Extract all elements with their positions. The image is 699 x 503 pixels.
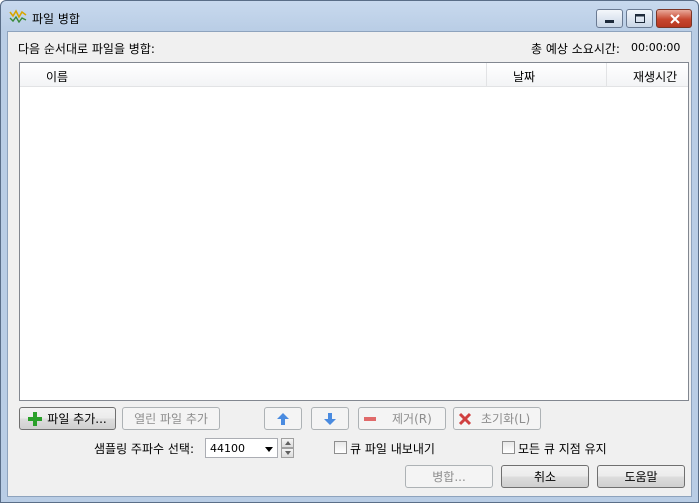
minimize-icon	[605, 20, 614, 23]
spin-down-icon	[285, 451, 291, 455]
add-open-file-button[interactable]: 열린 파일 추가	[122, 407, 220, 430]
add-file-button[interactable]: 파일 추가...	[19, 407, 116, 430]
total-time-label: 총 예상 소요시간:	[531, 42, 620, 56]
keep-queue-points-checkbox[interactable]	[502, 441, 515, 454]
sample-rate-spinner[interactable]	[281, 438, 294, 458]
help-button[interactable]: 도움말	[597, 465, 685, 488]
move-down-button[interactable]	[311, 407, 349, 430]
add-open-file-label: 열린 파일 추가	[134, 412, 208, 426]
reset-label: 초기화(L)	[481, 412, 531, 426]
remove-button[interactable]: 제거(R)	[358, 407, 446, 430]
minus-icon	[364, 416, 376, 421]
cancel-label: 취소	[533, 470, 557, 484]
window-title: 파일 병합	[32, 12, 80, 26]
remove-label: 제거(R)	[392, 412, 432, 426]
sample-rate-label: 샘플링 주파수 선택:	[94, 442, 194, 456]
minimize-button[interactable]	[596, 9, 623, 28]
spin-down-button[interactable]	[281, 448, 294, 458]
column-header-name[interactable]: 이름	[46, 68, 68, 85]
merge-files-window: 파일 병합 다음 순서대로 파일을 병합: 총 예상 소요시간: 00:00:0…	[0, 0, 699, 503]
maximize-button[interactable]	[626, 9, 653, 28]
export-queue-checkbox[interactable]	[334, 441, 347, 454]
maximize-icon	[635, 14, 645, 23]
title-bar[interactable]: 파일 병합	[1, 1, 698, 31]
merge-label: 병합...	[432, 470, 466, 484]
close-button[interactable]	[656, 9, 692, 28]
plus-icon	[28, 411, 43, 426]
list-header: 이름 날짜 재생시간	[20, 63, 688, 87]
dialog-body: 다음 순서대로 파일을 병합: 총 예상 소요시간: 00:00:00 이름 날…	[7, 31, 692, 497]
total-time-value: 00:00:00	[631, 41, 681, 54]
column-divider[interactable]	[486, 63, 487, 87]
order-label: 다음 순서대로 파일을 병합:	[18, 42, 155, 56]
keep-queue-points-label: 모든 큐 지점 유지	[518, 442, 607, 456]
close-icon	[670, 14, 680, 24]
chevron-down-icon	[265, 447, 273, 452]
arrow-down-icon	[324, 412, 336, 425]
spin-up-button[interactable]	[281, 438, 294, 448]
column-header-duration[interactable]: 재생시간	[633, 68, 677, 85]
cancel-button[interactable]: 취소	[501, 465, 589, 488]
app-waveform-icon	[9, 9, 27, 23]
column-header-date[interactable]: 날짜	[513, 68, 535, 85]
sample-rate-value: 44100	[210, 442, 245, 455]
move-up-button[interactable]	[264, 407, 302, 430]
help-label: 도움말	[624, 470, 658, 484]
export-queue-label: 큐 파일 내보내기	[350, 442, 435, 456]
arrow-up-icon	[277, 412, 289, 425]
reset-button[interactable]: 초기화(L)	[453, 407, 541, 430]
add-file-label: 파일 추가...	[47, 412, 107, 426]
spin-up-icon	[285, 441, 291, 445]
column-divider[interactable]	[606, 63, 607, 87]
file-list[interactable]: 이름 날짜 재생시간	[19, 62, 689, 401]
sample-rate-select[interactable]: 44100	[205, 438, 278, 458]
x-icon	[458, 412, 472, 425]
merge-button[interactable]: 병합...	[405, 465, 493, 488]
